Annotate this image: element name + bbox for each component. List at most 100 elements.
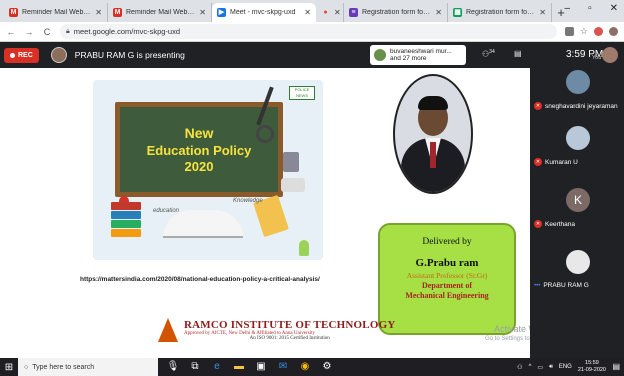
close-icon[interactable]: ✕ bbox=[610, 3, 618, 14]
forms-icon: ≡ bbox=[349, 8, 358, 17]
browser-tab[interactable]: M Reminder Mail Webinar on Nat ✕ bbox=[4, 3, 108, 22]
tab-label: Reminder Mail Webinar on Nat bbox=[22, 9, 91, 16]
participant-name: Kumaran U bbox=[545, 158, 578, 166]
participant-name-row: ✕ Kumaran U bbox=[534, 158, 578, 166]
browser-tab[interactable]: ● ✕ bbox=[316, 3, 344, 22]
browser-tab[interactable]: M Reminder Mail Webinar on Nat ✕ bbox=[108, 3, 212, 22]
participant-name: PRABU RAM G bbox=[543, 282, 589, 289]
reload-icon[interactable]: C bbox=[42, 27, 52, 37]
mic-off-icon: ✕ bbox=[534, 158, 542, 166]
mic-icon[interactable]: 🎙︎ bbox=[166, 360, 180, 374]
taskbar-search[interactable]: ○ Type here to search bbox=[18, 358, 158, 376]
board-word-knowledge: Knowledge bbox=[233, 198, 263, 204]
rocket-icon bbox=[299, 240, 309, 256]
chrome-icon[interactable]: ◉ bbox=[298, 360, 312, 374]
notification-icon[interactable]: ▤ bbox=[612, 362, 620, 371]
maximize-icon[interactable]: ▫ bbox=[588, 3, 592, 14]
people-tray-icon[interactable]: ⚇ bbox=[517, 364, 522, 371]
browser-tab[interactable]: ▶ Meet - mvc-skpg-uxd ✕ bbox=[212, 3, 316, 22]
institute-logo-icon bbox=[158, 318, 178, 342]
presenter-avatar bbox=[50, 47, 67, 63]
sheets-icon: ▦ bbox=[453, 8, 462, 17]
gmail-icon: M bbox=[9, 8, 18, 17]
participant-avatar bbox=[566, 70, 590, 94]
speaker-info-box: Delivered by G.Prabu ram Assistant Profe… bbox=[378, 223, 516, 335]
participant-name: sneghavardini jeyaraman bbox=[545, 102, 618, 110]
forward-icon[interactable]: → bbox=[24, 27, 34, 37]
presenting-text: PRABU RAM G is presenting bbox=[74, 50, 185, 60]
badge-logo: POLICE NEWS bbox=[289, 86, 315, 100]
browser-tab[interactable]: ≡ Registration form for Webinar ✕ bbox=[344, 3, 448, 22]
participant-avatar bbox=[566, 126, 590, 150]
viewers-line2: and 27 more bbox=[390, 55, 427, 62]
meet-icon: ▶ bbox=[217, 8, 226, 17]
task-view-icon[interactable]: ⧉ bbox=[188, 360, 202, 374]
app-icon[interactable]: ⚙ bbox=[320, 360, 334, 374]
mail-icon[interactable]: ✉ bbox=[276, 360, 290, 374]
gmail-icon: M bbox=[113, 8, 122, 17]
delivered-by-label: Delivered by bbox=[422, 237, 472, 247]
self-view-avatar[interactable] bbox=[602, 47, 618, 63]
chevron-up-icon[interactable]: ^ bbox=[529, 364, 532, 370]
participant-rail: ✕ sneghavardini jeyaraman ✕ Kumaran U K ✕ Keer… bbox=[530, 68, 624, 358]
mic-off-icon: ✕ bbox=[534, 220, 542, 228]
explorer-icon[interactable]: ▬ bbox=[232, 360, 246, 374]
institute-iso: An ISO 9001: 2015 Certified Institution bbox=[249, 336, 330, 341]
camera-icon[interactable] bbox=[564, 27, 574, 36]
address-bar: ← → C 🔒︎ meet.google.com/mvc-skpg-uxd ☆ bbox=[0, 22, 624, 42]
url-field[interactable]: 🔒︎ meet.google.com/mvc-skpg-uxd bbox=[60, 24, 557, 39]
institute-name: RAMCO INSTITUTE OF TECHNOLOGY bbox=[184, 319, 396, 331]
speaker-photo bbox=[393, 74, 473, 194]
volume-icon[interactable]: 🔊︎ bbox=[549, 364, 553, 371]
people-icon[interactable]: ⚇34 bbox=[482, 49, 495, 59]
minimize-icon[interactable]: – bbox=[565, 3, 571, 14]
participant-tile[interactable]: ••• PRABU RAM G bbox=[530, 248, 624, 306]
tab-close-icon[interactable]: ✕ bbox=[199, 8, 206, 17]
edge-icon[interactable]: e bbox=[210, 360, 224, 374]
audio-level-icon: ••• bbox=[534, 282, 541, 289]
board-line3: 2020 bbox=[184, 158, 214, 174]
tab-label: Registration form for Webinar bbox=[466, 9, 535, 16]
participant-tile[interactable]: ✕ Kumaran U bbox=[530, 124, 624, 182]
participant-tile[interactable]: ✕ sneghavardini jeyaraman bbox=[530, 68, 624, 126]
extension-red-icon[interactable] bbox=[594, 27, 603, 36]
tab-close-icon[interactable]: ✕ bbox=[304, 8, 311, 17]
tab-close-icon[interactable]: ✕ bbox=[539, 8, 546, 17]
lock-icon: 🔒︎ bbox=[66, 27, 70, 35]
chat-icon[interactable]: ▤ bbox=[514, 49, 522, 58]
viewers-line1: buvaneeshwari mur... bbox=[390, 47, 452, 55]
participant-name-row: ✕ Keerthana bbox=[534, 220, 575, 228]
tab-close-icon[interactable]: ✕ bbox=[334, 8, 341, 17]
speaker-name: G.Prabu ram bbox=[415, 257, 479, 269]
viewers-indicator[interactable]: buvaneeshwari mur... and 27 more bbox=[370, 45, 466, 65]
taskbar-clock[interactable]: 15:59 21-09-2020 bbox=[578, 360, 606, 374]
institute-logo-block: RAMCO INSTITUTE OF TECHNOLOGY Approved b… bbox=[158, 318, 395, 342]
star-icon[interactable]: ☆ bbox=[580, 26, 588, 37]
tab-close-icon[interactable]: ✕ bbox=[435, 8, 442, 17]
network-icon[interactable]: ▭ bbox=[537, 364, 543, 371]
reference-url: https://mattersindia.com/2020/08/nationa… bbox=[80, 276, 320, 283]
meet-top-bar: REC PRABU RAM G is presenting buvaneeshw… bbox=[0, 42, 624, 68]
language-indicator[interactable]: ENG bbox=[559, 364, 572, 370]
participant-avatar bbox=[566, 250, 590, 274]
board-word-education: education bbox=[153, 208, 180, 214]
back-icon[interactable]: ← bbox=[6, 27, 16, 37]
profile-avatar[interactable] bbox=[609, 27, 618, 36]
browser-tab[interactable]: ▦ Registration form for Webinar ✕ bbox=[448, 3, 552, 22]
participant-avatar: K bbox=[566, 188, 590, 212]
tab-close-icon[interactable]: ✕ bbox=[95, 8, 102, 17]
slide-illustration: POLICE NEWS New Education Policy 2020 ed… bbox=[93, 80, 323, 260]
participant-name: Keerthana bbox=[545, 220, 575, 228]
calculator-icon bbox=[283, 152, 299, 172]
participant-tile[interactable]: K ✕ Keerthana bbox=[530, 186, 624, 244]
store-icon[interactable]: ▣ bbox=[254, 360, 268, 374]
viewer-avatar bbox=[374, 49, 386, 61]
participant-name-row: ✕ sneghavardini jeyaraman bbox=[534, 102, 618, 110]
system-tray: ⚇ ^ ▭ 🔊︎ ENG 15:59 21-09-2020 bbox=[517, 360, 606, 374]
windows-start-icon[interactable]: ⊞ bbox=[0, 358, 18, 376]
url-text: meet.google.com/mvc-skpg-uxd bbox=[73, 27, 181, 36]
paint-palette-icon bbox=[281, 178, 305, 192]
tab-label: Meet - mvc-skpg-uxd bbox=[230, 9, 296, 16]
recording-dot-icon: ● bbox=[323, 9, 328, 16]
magnifier-icon bbox=[256, 125, 274, 143]
